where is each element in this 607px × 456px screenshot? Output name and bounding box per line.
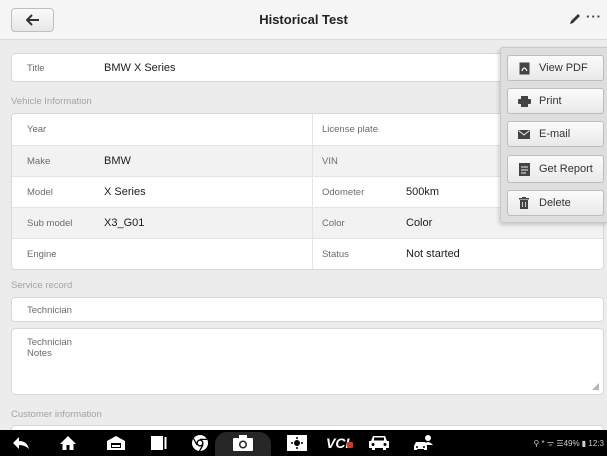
odometer-value[interactable]: 500km [406, 186, 439, 198]
get-report-button[interactable]: Get Report [507, 155, 604, 183]
options-menu: View PDF Print E-mail Get Report Delete [500, 47, 607, 223]
vci-icon[interactable]: VCI [326, 435, 354, 451]
title-label: Title [27, 63, 45, 74]
color-label: Color [322, 218, 345, 229]
status-bar-text: ⚲ * ᯤ ☰49% ▮ 12:3 [533, 439, 604, 448]
resize-handle-icon[interactable] [592, 383, 599, 390]
view-pdf-button[interactable]: View PDF [507, 55, 604, 81]
service-record-heading: Service record [11, 280, 73, 291]
more-options-icon[interactable]: ··· [586, 9, 602, 24]
status-value: Not started [406, 248, 460, 260]
color-value[interactable]: Color [406, 217, 432, 229]
vehicle-row: Engine Status Not started [12, 238, 603, 269]
title-value: BMW X Series [104, 62, 176, 74]
email-button[interactable]: E-mail [507, 121, 604, 147]
email-label: E-mail [539, 128, 571, 140]
vehicle-info-heading: Vehicle Information [11, 96, 92, 107]
recent-apps-icon[interactable] [151, 434, 167, 452]
edit-pencil-icon[interactable] [567, 10, 583, 28]
delete-button[interactable]: Delete [507, 190, 604, 216]
home-icon[interactable] [59, 434, 77, 452]
report-icon [517, 162, 531, 176]
notes-label-line1: Technician [27, 337, 72, 348]
remote-expert-icon[interactable] [413, 434, 437, 452]
engine-label: Engine [27, 249, 57, 260]
print-button[interactable]: Print [507, 88, 604, 114]
odometer-label: Odometer [322, 187, 365, 198]
notes-label-line2: Notes [27, 348, 52, 359]
print-label: Print [539, 95, 562, 107]
column-divider [312, 114, 313, 269]
technician-field[interactable]: Technician [11, 297, 604, 322]
year-label: Year [27, 124, 47, 135]
delete-label: Delete [539, 197, 571, 209]
chrome-icon[interactable] [191, 434, 209, 452]
model-value[interactable]: X Series [104, 186, 146, 198]
system-nav-bar: VCI ⚲ * ᯤ ☰49% ▮ 12:3 [0, 430, 607, 456]
top-bar: Historical Test ··· [0, 0, 607, 40]
camera-icon[interactable] [233, 434, 253, 452]
display-settings-icon[interactable] [287, 434, 307, 452]
pdf-icon [517, 61, 531, 75]
vin-label: VIN [322, 156, 338, 167]
technician-label: Technician [27, 305, 72, 316]
get-report-label: Get Report [539, 163, 593, 175]
vci-status-dot [347, 442, 354, 448]
status-label: Status [322, 249, 349, 260]
vci-label: VCI [326, 435, 350, 451]
garage-icon[interactable] [107, 434, 125, 452]
car-icon[interactable] [368, 434, 390, 452]
make-label: Make [27, 156, 51, 167]
mail-icon [517, 127, 531, 141]
page-title: Historical Test [259, 12, 348, 27]
sub-model-value[interactable]: X3_G01 [104, 217, 144, 229]
license-plate-label: License plate [322, 124, 378, 135]
view-pdf-label: View PDF [539, 62, 588, 74]
back-nav-icon[interactable] [12, 434, 30, 452]
customer-info-heading: Customer information [11, 409, 102, 420]
printer-icon [517, 94, 531, 108]
model-label: Model [27, 187, 53, 198]
sub-model-label: Sub model [27, 218, 73, 229]
technician-notes-field[interactable]: Technician Notes [11, 328, 604, 395]
make-value[interactable]: BMW [104, 155, 131, 167]
trash-icon [517, 196, 531, 210]
